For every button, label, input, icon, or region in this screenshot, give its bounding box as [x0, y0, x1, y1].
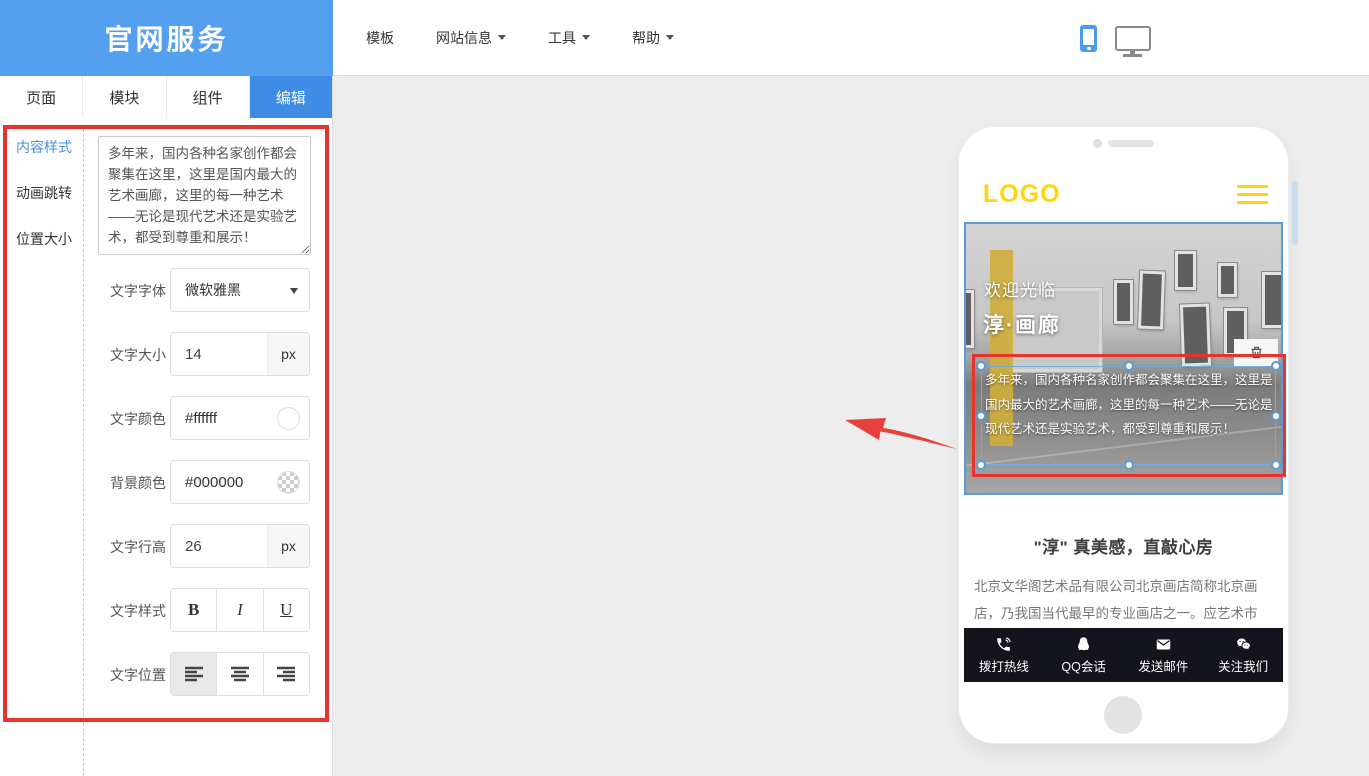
field-label: 文字样式 [110, 601, 166, 621]
resize-handle-e[interactable] [1271, 411, 1281, 421]
resize-handle-ne[interactable] [1271, 361, 1281, 371]
content-text-input[interactable]: 多年来，国内各种名家创作都会聚集在这里，这里是国内最大的艺术画廊，这里的每一种艺… [98, 136, 311, 255]
nav-item-help[interactable]: 帮助 [632, 28, 674, 48]
camera-dot-icon [1093, 139, 1102, 148]
field-row-text-color: 文字颜色 [7, 396, 325, 440]
annotation-arrow [843, 406, 958, 452]
line-height-input[interactable] [171, 525, 267, 567]
gallery-frame [1138, 271, 1165, 330]
brand-header: 官网服务 [0, 0, 333, 76]
website-builder-app: 官网服务 模板 网站信息 工具 帮助 [0, 0, 1369, 776]
font-family-select[interactable]: 微软雅黑 [170, 268, 310, 312]
sidebar-item-content-style[interactable]: 内容样式 [16, 137, 72, 157]
gallery-frame [1262, 272, 1283, 328]
unit-label: px [267, 333, 309, 375]
speaker-icon [1108, 140, 1154, 147]
sidebar-item-animation-jump[interactable]: 动画跳转 [16, 183, 72, 203]
field-row-line-height: 文字行高 px [7, 524, 325, 568]
bg-color-swatch[interactable] [277, 471, 300, 494]
brand-title: 官网服务 [104, 18, 228, 58]
wechat-icon [1235, 636, 1252, 653]
desktop-view-icon[interactable] [1115, 26, 1151, 51]
chevron-down-icon [498, 35, 506, 40]
field-row-text-style: 文字样式 B I U [7, 588, 325, 632]
sidebar-item-position-size[interactable]: 位置大小 [16, 229, 72, 249]
panel-tabbar: 页面 模块 组件 编辑 [0, 76, 332, 118]
resize-handle-sw[interactable] [976, 460, 986, 470]
hero-title-text: 淳·画廊 [983, 309, 1061, 339]
resize-handle-se[interactable] [1271, 460, 1281, 470]
call-icon [995, 636, 1012, 653]
hamburger-menu-icon[interactable] [1237, 185, 1268, 205]
gallery-frame [1175, 251, 1196, 290]
align-right-button[interactable] [264, 653, 309, 695]
home-button [1104, 696, 1142, 734]
align-right-icon [276, 666, 296, 682]
italic-button[interactable]: I [217, 589, 263, 631]
bold-button[interactable]: B [171, 589, 217, 631]
mobile-section-heading: "淳" 真美感，直敲心房 [964, 533, 1283, 558]
field-label: 文字大小 [110, 345, 166, 365]
bg-color-input[interactable] [171, 461, 267, 503]
selected-text: 多年来，国内各种名家创作都会聚集在这里，这里是国内最大的艺术画廊，这里的每一种艺… [985, 368, 1274, 442]
tab-module[interactable]: 模块 [83, 76, 166, 118]
chevron-down-icon [666, 35, 674, 40]
nav-item-site-info[interactable]: 网站信息 [436, 28, 506, 48]
align-left-icon [184, 666, 204, 682]
field-row-text-align: 文字位置 [7, 652, 325, 696]
nav-item-tools[interactable]: 工具 [548, 28, 590, 48]
edit-panel-annotation-box: 内容样式 动画跳转 位置大小 多年来，国内各种名家创作都会聚集在这里，这里是国内… [3, 125, 329, 722]
resize-handle-n[interactable] [1124, 361, 1134, 371]
mobile-site-header: LOGO [964, 167, 1283, 222]
bottom-bar-item-mail[interactable]: 发送邮件 [1124, 628, 1204, 682]
resize-handle-w[interactable] [976, 411, 986, 421]
font-size-input[interactable] [171, 333, 267, 375]
tab-component[interactable]: 组件 [167, 76, 250, 118]
field-label: 文字行高 [110, 537, 166, 557]
resize-handle-s[interactable] [1124, 460, 1134, 470]
gallery-frame [1114, 280, 1133, 324]
field-row-font-size: 文字大小 px [7, 332, 325, 376]
top-nav: 模板 网站信息 工具 帮助 [333, 0, 1369, 76]
hero-welcome-text: 欢迎光临 [984, 276, 1056, 301]
field-label: 文字颜色 [110, 409, 166, 429]
field-label: 文字字体 [110, 281, 166, 301]
qq-icon [1075, 636, 1092, 653]
field-label: 文字位置 [110, 665, 166, 685]
resize-handle-nw[interactable] [976, 361, 986, 371]
chevron-down-icon [582, 35, 590, 40]
bottom-bar-item-call[interactable]: 拨打热线 [964, 628, 1044, 682]
selected-text-block[interactable]: 多年来，国内各种名家创作都会聚集在这里，这里是国内最大的艺术画廊，这里的每一种艺… [981, 366, 1276, 465]
field-label: 背景颜色 [110, 473, 166, 493]
bottom-bar-item-qq[interactable]: QQ会话 [1044, 628, 1124, 682]
field-row-bg-color: 背景颜色 [7, 460, 325, 504]
align-center-button[interactable] [217, 653, 263, 695]
text-color-swatch[interactable] [277, 407, 300, 430]
canvas-scrollbar[interactable] [1292, 181, 1298, 245]
tab-page[interactable]: 页面 [0, 76, 83, 118]
bottom-bar-item-follow[interactable]: 关注我们 [1203, 628, 1283, 682]
mobile-view-icon[interactable] [1080, 25, 1097, 52]
left-panel: 页面 模块 组件 编辑 内容样式 动画跳转 位置大小 多年来，国内各种名家创作都… [0, 76, 333, 776]
gallery-frame [1218, 263, 1237, 297]
text-color-input[interactable] [171, 397, 267, 439]
align-center-icon [230, 666, 250, 682]
underline-button[interactable]: U [264, 589, 309, 631]
align-left-button[interactable] [171, 653, 217, 695]
nav-item-templates[interactable]: 模板 [366, 28, 394, 48]
unit-label: px [267, 525, 309, 567]
mail-icon [1155, 636, 1172, 653]
chevron-down-icon [290, 288, 298, 294]
site-logo: LOGO [983, 180, 1061, 209]
mobile-bottom-bar: 拨打热线 QQ会话 发送邮件 关注我们 [964, 628, 1283, 682]
tab-edit[interactable]: 编辑 [250, 76, 332, 118]
gallery-frame [964, 290, 974, 348]
field-row-font-family: 文字字体 微软雅黑 [7, 268, 325, 312]
